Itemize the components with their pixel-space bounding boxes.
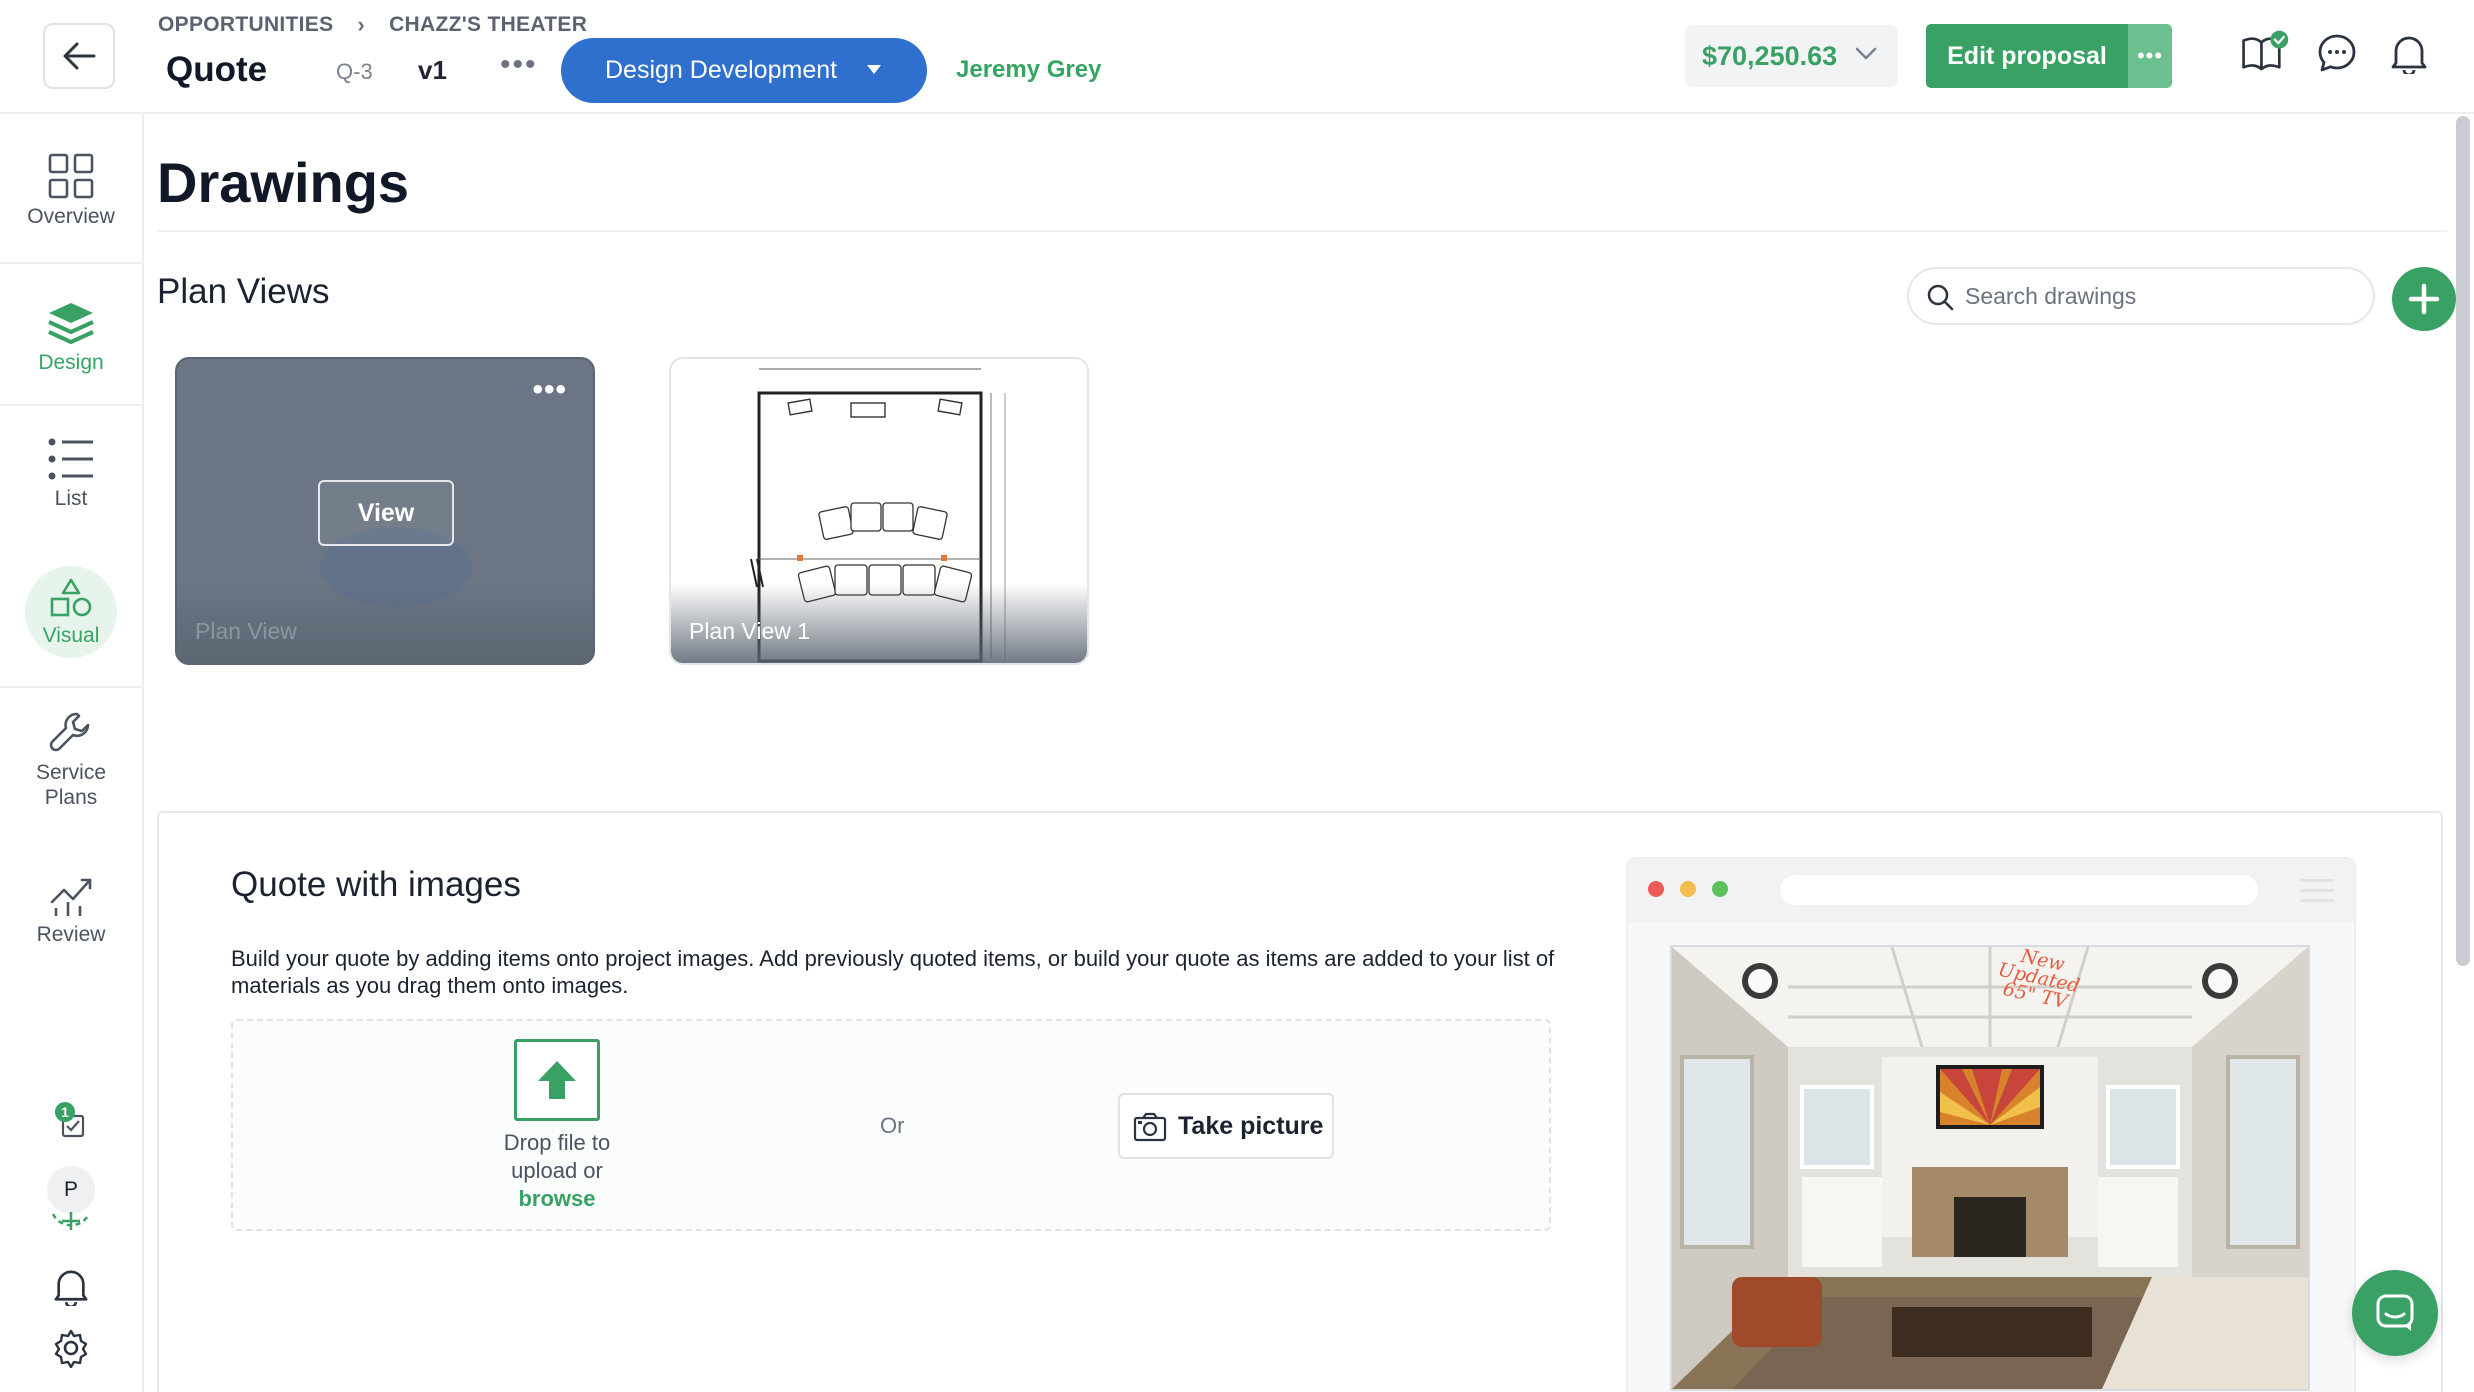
sidebar-item-overview[interactable]: Overview: [0, 152, 142, 229]
mockup-maximize-dot: [1712, 881, 1728, 897]
mockup-titlebar: [1628, 859, 2354, 923]
docs-button[interactable]: [2240, 28, 2290, 78]
take-picture-label: Take picture: [1178, 1111, 1324, 1140]
divider: [157, 230, 2447, 232]
sidebar-item-list[interactable]: List: [0, 436, 142, 511]
sidebar-divider: [0, 686, 142, 688]
chat-icon: [2376, 1294, 2414, 1331]
list-icon: [48, 438, 93, 480]
stage-dropdown[interactable]: Design Development: [561, 38, 927, 103]
chart-icon: [50, 878, 92, 916]
mockup-close-dot: [1648, 881, 1664, 897]
sidebar-item-design[interactable]: Design: [0, 300, 142, 375]
total-price-dropdown[interactable]: $70,250.63: [1685, 25, 1898, 87]
avatar: P: [47, 1166, 95, 1214]
sidebar-label: List: [54, 487, 88, 510]
sidebar-label: Review: [36, 923, 106, 946]
grid-icon: [48, 153, 94, 199]
drawing-card-plan-view-1[interactable]: Plan View 1: [669, 357, 1089, 665]
book-check-icon: [2242, 30, 2289, 71]
mockup-minimize-dot: [1680, 881, 1696, 897]
chevron-right-icon: ›: [357, 12, 366, 37]
sidebar-divider: [0, 262, 142, 264]
task-check-icon: 1: [51, 1102, 91, 1142]
search-drawings-box: [1907, 267, 2375, 325]
settings-button[interactable]: [0, 1328, 142, 1368]
page-title: Quote: [166, 50, 268, 89]
search-icon: [1927, 284, 1954, 311]
plan-views-heading: Plan Views: [157, 272, 330, 311]
stage-label: Design Development: [605, 56, 838, 84]
sidebar-active-bubble: Visual: [25, 566, 117, 658]
plus-icon: [2408, 283, 2440, 315]
search-input[interactable]: [1965, 282, 2345, 310]
sidebar-divider: [0, 404, 142, 406]
bell-icon: [2391, 36, 2427, 74]
more-options-icon[interactable]: •••: [500, 48, 538, 82]
owner-link[interactable]: Jeremy Grey: [956, 56, 1101, 84]
browse-link[interactable]: browse: [518, 1186, 595, 1211]
caret-down-icon: [867, 65, 881, 74]
sidebar-label: Visual: [42, 623, 100, 647]
notifications-button[interactable]: [2384, 28, 2434, 78]
hamburger-icon: [2300, 879, 2334, 909]
sidebar-item-review[interactable]: Review: [0, 872, 142, 947]
breadcrumb: OPPORTUNITIES › CHAZZ'S THEATER: [158, 12, 587, 38]
version-selector[interactable]: v1: [418, 55, 447, 86]
card-label: Plan View: [195, 618, 297, 644]
upload-dropzone[interactable]: Drop file to upload or browse Or Take pi…: [231, 1019, 1551, 1231]
upload-arrow-icon: [514, 1039, 600, 1121]
add-drawing-button[interactable]: [2392, 267, 2456, 331]
breadcrumb-opportunities[interactable]: OPPORTUNITIES: [158, 13, 333, 37]
card-more-icon[interactable]: •••: [532, 373, 567, 407]
wrench-icon: [49, 712, 90, 752]
or-separator: Or: [880, 1113, 905, 1138]
add-user-icon: [51, 1212, 91, 1230]
promo-title: Quote with images: [231, 865, 521, 904]
task-count-badge: 1: [55, 1102, 75, 1122]
quote-code: Q-3: [336, 59, 373, 84]
edit-proposal-button[interactable]: Edit proposal: [1926, 24, 2128, 88]
breadcrumb-project[interactable]: CHAZZ'S THEATER: [389, 13, 587, 37]
top-header: OPPORTUNITIES › CHAZZ'S THEATER Quote Q-…: [0, 0, 2474, 114]
page-scrollbar[interactable]: [2456, 116, 2470, 966]
more-horizontal-icon: •••: [2136, 43, 2164, 68]
edit-proposal-more-button[interactable]: •••: [2128, 24, 2172, 88]
bell-icon: [54, 1270, 88, 1306]
layers-icon: [48, 303, 94, 344]
view-drawing-button[interactable]: View: [318, 480, 454, 546]
example-browser-mockup: New Updated 65" TV: [1626, 857, 2356, 1392]
total-price: $70,250.63: [1702, 40, 1838, 71]
promo-description: Build your quote by adding items onto pr…: [231, 946, 1555, 998]
left-sidebar: Overview Design List Visual Service Plan…: [0, 114, 144, 1392]
sidebar-item-service-plans[interactable]: Service Plans: [0, 710, 142, 810]
user-avatar-button[interactable]: P: [0, 1166, 142, 1234]
back-button[interactable]: [43, 23, 115, 89]
messages-button[interactable]: [2312, 28, 2362, 78]
card-label: Plan View 1: [689, 618, 811, 644]
sidebar-notifications-button[interactable]: [0, 1266, 142, 1306]
sidebar-label: Service Plans: [35, 761, 107, 809]
sidebar-label: Overview: [27, 205, 115, 228]
camera-icon: [1133, 1112, 1167, 1142]
quote-with-images-panel: Quote with images Build your quote by ad…: [157, 811, 2443, 1392]
chevron-down-icon: [1855, 47, 1877, 60]
gear-icon: [54, 1329, 88, 1368]
take-picture-button[interactable]: Take picture: [1118, 1093, 1334, 1159]
drawing-card-plan-view[interactable]: ••• View Plan View: [175, 357, 595, 665]
arrow-left-icon: [63, 42, 96, 70]
sidebar-item-visual[interactable]: Visual: [0, 566, 142, 658]
mockup-address-bar: [1780, 875, 2258, 905]
chat-bubble-icon: [2318, 34, 2356, 72]
drop-text: Drop file to upload or: [503, 1130, 611, 1183]
living-room-image: New Updated 65" TV: [1670, 945, 2310, 1391]
section-heading-drawings: Drawings: [157, 151, 410, 214]
support-chat-button[interactable]: [2352, 1270, 2438, 1356]
sidebar-label: Design: [38, 351, 104, 374]
shapes-icon: [50, 578, 92, 616]
tasks-button[interactable]: 1: [0, 1102, 142, 1142]
drop-instructions: Drop file to upload or browse: [477, 1129, 637, 1213]
